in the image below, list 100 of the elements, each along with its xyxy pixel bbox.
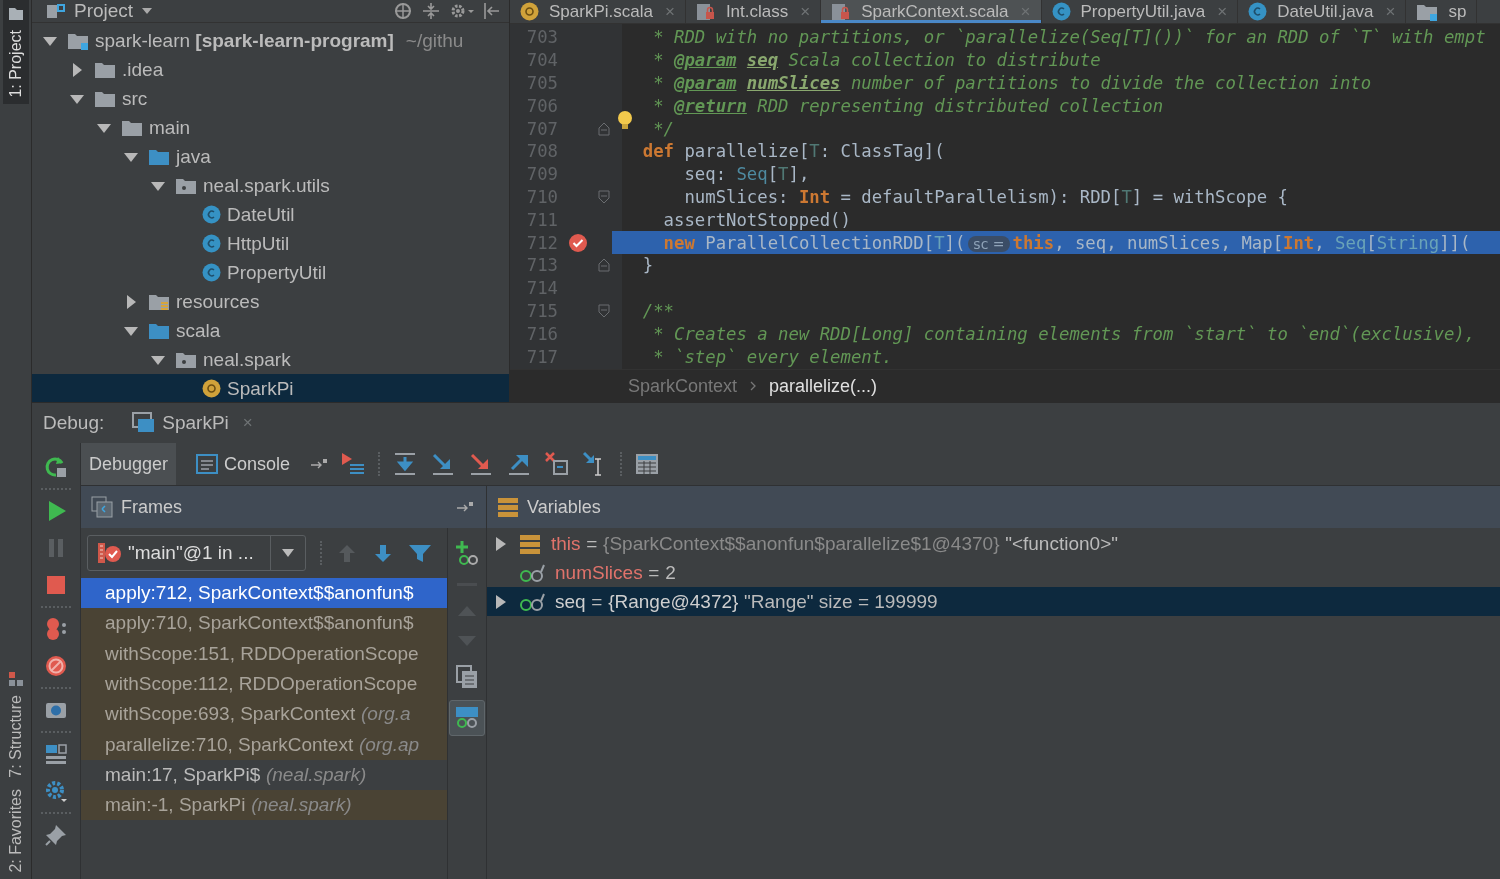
code-text: numSlices: Int = defaultParallelism): RDD[T] = withScope {: [683, 186, 1288, 207]
add-watch-icon[interactable]: [454, 540, 480, 566]
locked-file-icon: [831, 2, 852, 21]
tree-item[interactable]: DateUtil: [32, 200, 509, 229]
panel-title[interactable]: Project: [74, 0, 134, 22]
thread-dropdown[interactable]: "main"@1 in ...: [87, 535, 306, 571]
object-icon: [202, 379, 221, 398]
stack-frame[interactable]: withScope:693, SparkContext (org.a: [81, 699, 447, 730]
stack-frame[interactable]: apply:710, SparkContext$$anonfun$: [81, 608, 447, 639]
code-text: * RDD with no partitions, or `parallelize(Seq[T]())` for an RDD of `T` with empt: [652, 27, 1486, 48]
tree-item[interactable]: SparkPi: [32, 374, 509, 402]
breadcrumb-item[interactable]: parallelize(...): [769, 375, 878, 397]
copy-icon[interactable]: [455, 664, 479, 690]
variable-text: this = {SparkContext$$anonfun$parallelize$1@4370} "<function0>": [551, 532, 1118, 555]
tool-window-tab[interactable]: 2: Favorites: [2, 783, 29, 879]
stack-frame[interactable]: apply:712, SparkContext$$anonfun$: [81, 578, 447, 609]
project-tool-tab[interactable]: 1: Project: [2, 0, 29, 104]
folder-icon: [7, 6, 24, 22]
package-folder-icon: [175, 176, 197, 195]
locate-icon[interactable]: [393, 2, 413, 20]
stop-icon[interactable]: [44, 573, 68, 597]
tree-item[interactable]: HttpUtil: [32, 229, 509, 258]
class-icon: [202, 205, 221, 224]
tree-item[interactable]: main: [32, 113, 509, 142]
tree-label: SparkPi: [227, 377, 294, 400]
code-text: * `step` every element.: [652, 346, 893, 367]
breadcrumb-item[interactable]: SparkContext: [628, 375, 738, 397]
drop-frame-icon[interactable]: [544, 451, 571, 477]
code-text: seq: Seq[T],: [683, 164, 810, 185]
structure-icon: [7, 670, 24, 687]
layout-icon[interactable]: [44, 742, 68, 766]
module-folder-icon: [1416, 2, 1439, 21]
variable-text: numSlices = 2: [555, 561, 676, 584]
tree-item[interactable]: neal.spark: [32, 345, 509, 374]
session-tab[interactable]: SparkPi ×: [120, 407, 265, 439]
dropdown-caret-icon: [280, 548, 295, 558]
tree-item[interactable]: neal.spark.utils: [32, 171, 509, 200]
folder-icon: [94, 60, 116, 79]
class-icon: [202, 234, 221, 253]
fold-marker-icon[interactable]: [598, 258, 610, 273]
console-icon: [196, 454, 219, 474]
thread-check-icon: [96, 540, 122, 566]
dropdown-caret-icon[interactable]: [141, 7, 154, 15]
stack-frame[interactable]: withScope:112, RDDOperationScope: [81, 668, 447, 700]
lightbulb-icon[interactable]: [616, 109, 634, 132]
editor-tab[interactable]: DateUtil.java ×: [1238, 0, 1407, 23]
mute-breakpoints-icon[interactable]: [44, 654, 68, 678]
window-icon: [132, 412, 157, 434]
fold-marker-icon[interactable]: [598, 121, 610, 136]
evaluate-icon[interactable]: [634, 452, 661, 476]
stack-frame[interactable]: parallelize:710, SparkContext (org.ap: [81, 729, 447, 760]
path-hint: ~/githu: [405, 29, 464, 52]
code-text: * @param seq Scala collection to distribute: [652, 50, 1101, 71]
debugger-tab[interactable]: Debugger: [81, 443, 177, 485]
stack-frame[interactable]: withScope:151, RDDOperationScope: [81, 638, 447, 669]
settings-icon[interactable]: [44, 779, 68, 803]
rerun-icon[interactable]: [44, 455, 68, 479]
fold-marker-icon[interactable]: [598, 303, 610, 318]
stack-frame[interactable]: main:17, SparkPi$ (neal.spark): [81, 759, 447, 791]
breakpoints-icon[interactable]: [44, 617, 68, 641]
code-text: assertNotStopped(): [662, 209, 851, 230]
glasses-icon: [455, 706, 479, 730]
pin-icon[interactable]: [44, 823, 68, 847]
class-icon: [1051, 2, 1071, 21]
editor-tab[interactable]: PropertyUtil.java ×: [1041, 0, 1239, 23]
code-text: * @return RDD representing distributed collection: [652, 95, 1164, 116]
code-text: new ParallelCollectionRDD[T]( sc = this, seq, numSlices, Map[Int, Seq[String]](: [662, 232, 1471, 253]
watches-toggle-button[interactable]: [449, 700, 485, 736]
tree-item[interactable]: spark-learn [spark-learn-program] ~/githu: [32, 26, 509, 55]
tree-label: DateUtil: [227, 203, 295, 226]
settings-icon[interactable]: [449, 2, 475, 20]
tool-window-tab[interactable]: 7: Structure: [2, 664, 29, 784]
tree-item[interactable]: resources: [32, 287, 509, 316]
breakpoint-check-icon[interactable]: [568, 232, 588, 253]
stack-frame[interactable]: main:-1, SparkPi (neal.spark): [81, 790, 447, 821]
collapse-all-icon[interactable]: [421, 2, 441, 20]
editor-tab[interactable]: SparkContext.scala ×: [821, 0, 1042, 23]
tree-item[interactable]: PropertyUtil: [32, 258, 509, 287]
editor-tab[interactable]: Int.class ×: [685, 0, 822, 23]
glasses-icon: [519, 591, 545, 612]
variable-row[interactable]: this = {SparkContext$$anonfun$parallelize$1@4370} "<function0>": [487, 529, 1500, 558]
editor-tab[interactable]: SparkPi.scala ×: [510, 0, 686, 23]
fold-marker-icon[interactable]: [598, 189, 610, 204]
restore-layout-icon[interactable]: [310, 457, 329, 471]
hide-panel-icon[interactable]: [483, 2, 501, 20]
class-icon: [1248, 2, 1268, 21]
filter-icon[interactable]: [407, 542, 432, 564]
tree-item[interactable]: scala: [32, 316, 509, 345]
package-folder-icon: [175, 350, 197, 369]
code-text: def parallelize[T: ClassTag](: [641, 141, 945, 162]
tree-item[interactable]: java: [32, 142, 509, 171]
restore-layout-icon[interactable]: [456, 500, 474, 514]
variable-row[interactable]: seq = {Range@4372} "Range" size = 199999: [487, 587, 1500, 616]
tree-item[interactable]: .idea: [32, 55, 509, 84]
editor-tab[interactable]: sp: [1406, 0, 1478, 23]
debugger-tab[interactable]: Console: [188, 443, 299, 485]
execution-point-icon[interactable]: [340, 451, 367, 477]
tree-item[interactable]: src: [32, 84, 509, 113]
tree-label: neal.spark: [203, 348, 291, 371]
variable-row[interactable]: numSlices = 2: [487, 558, 1500, 587]
